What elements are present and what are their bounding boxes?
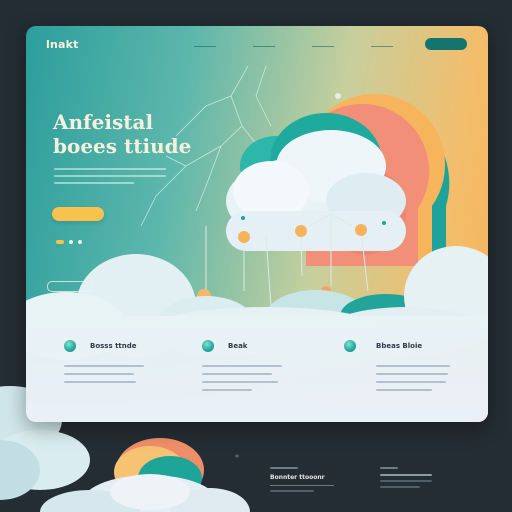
feature-text-line: [376, 381, 446, 383]
feature-text-line: [202, 365, 282, 367]
feature-title: Bbeas Bloie: [376, 342, 423, 350]
footer-card-2: [380, 467, 432, 492]
header-cta-button[interactable]: [425, 38, 467, 50]
logo[interactable]: lnakt: [46, 38, 79, 51]
browser-window: lnakt Anfeistal boees ttiude Bosss ttnde: [26, 26, 488, 422]
nav-link-3[interactable]: [312, 41, 334, 47]
carousel-dots: [56, 240, 82, 244]
feature-text: [376, 365, 460, 397]
circle-icon: [202, 340, 214, 352]
main-nav: [194, 41, 430, 47]
hero-description: [54, 168, 166, 189]
footer-divider: [270, 485, 334, 486]
footer-text-line: [380, 480, 432, 482]
feature-text: [202, 365, 286, 397]
hero-secondary-button[interactable]: [47, 281, 93, 292]
headline-line-1: Anfeistal: [53, 110, 154, 134]
nav-link-1[interactable]: [194, 41, 216, 47]
footer-text-line: [380, 474, 432, 476]
carousel-dot-active[interactable]: [56, 240, 64, 244]
footer-text-line: [270, 490, 314, 492]
hero-headline: Anfeistal boees ttiude: [53, 110, 191, 158]
feature-title: Beak: [228, 342, 248, 350]
description-line: [54, 168, 166, 170]
feature-text-line: [202, 381, 278, 383]
hero-primary-button[interactable]: [52, 207, 104, 221]
description-line: [54, 175, 166, 177]
feature-text-line: [64, 373, 134, 375]
feature-text-line: [376, 389, 432, 391]
footer-card-label: [270, 467, 298, 469]
footer-card-1: Bonnter ttooonr: [270, 467, 334, 496]
nav-link-2[interactable]: [253, 41, 275, 47]
feature-text-line: [202, 389, 252, 391]
carousel-dot[interactable]: [69, 240, 73, 244]
headline-line-2: boees ttiude: [53, 134, 192, 158]
feature-text-line: [64, 365, 144, 367]
description-line: [54, 182, 134, 184]
footer-card-title: Bonnter ttooonr: [270, 474, 325, 481]
features-section: Bosss ttnde Beak Bbeas Bloie: [26, 316, 488, 422]
circle-icon: [344, 340, 356, 352]
feature-text: [64, 365, 148, 389]
feature-text-line: [202, 373, 272, 375]
feature-text-line: [64, 381, 136, 383]
carousel-dot[interactable]: [78, 240, 82, 244]
feature-text-line: [376, 373, 448, 375]
footer-text-line: [380, 486, 420, 488]
circle-icon: [64, 340, 76, 352]
feature-title: Bosss ttnde: [90, 342, 137, 350]
footer-card-label: [380, 467, 398, 469]
feature-text-line: [376, 365, 450, 367]
nav-link-4[interactable]: [371, 41, 393, 47]
